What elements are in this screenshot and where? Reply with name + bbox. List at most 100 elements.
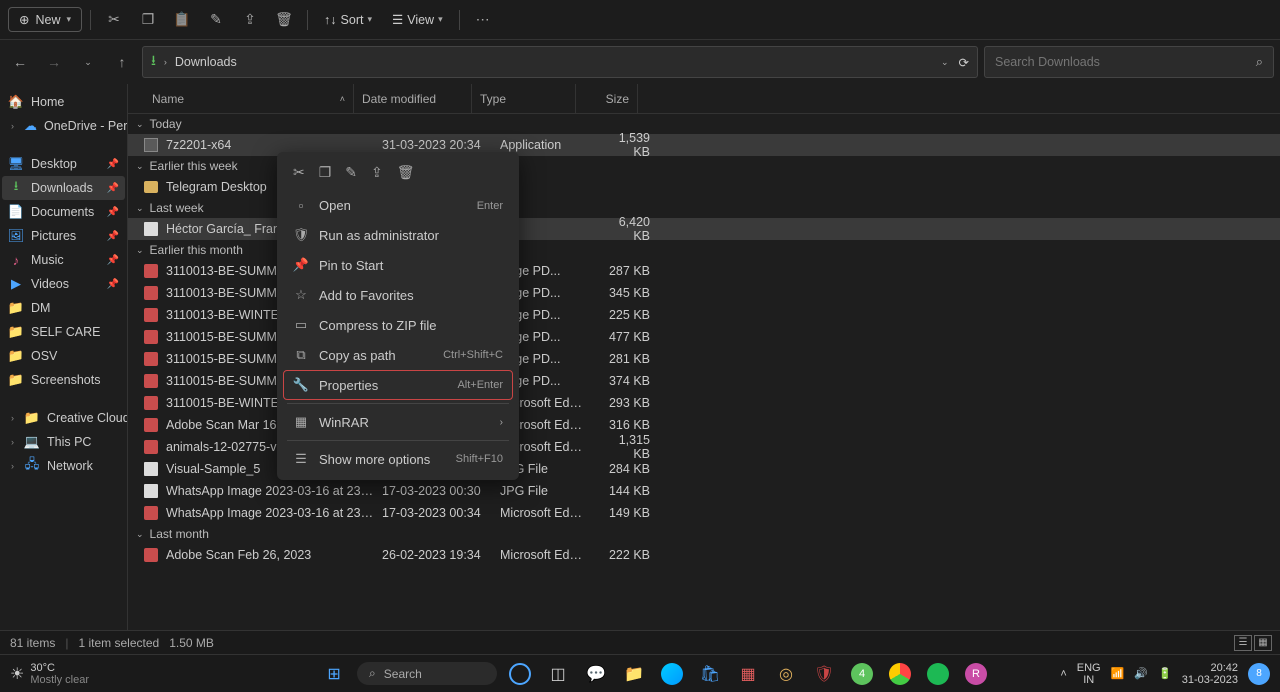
ctx-open[interactable]: ▫OpenEnter: [283, 191, 513, 220]
column-headers: Name˄ Date modified Type Size: [128, 84, 1280, 114]
paste-icon[interactable]: 📋: [167, 6, 197, 34]
file-row[interactable]: WhatsApp Image 2023-03-16 at 23.48.0217-…: [128, 502, 1280, 524]
sidebar-item-documents[interactable]: 📄Documents📌: [2, 200, 125, 224]
chevron-up-icon[interactable]: ˄: [1060, 668, 1066, 680]
clock[interactable]: 20:4231-03-2023: [1182, 662, 1238, 686]
ctx-winrar[interactable]: ▦WinRAR›: [283, 407, 513, 437]
up-button[interactable]: ↑: [108, 48, 136, 76]
edge-icon[interactable]: [657, 659, 687, 689]
explorer-icon[interactable]: 📁: [619, 659, 649, 689]
file-row[interactable]: WhatsApp Image 2023-03-16 at 23.48.0217-…: [128, 480, 1280, 502]
weather-widget[interactable]: ☀ 30°CMostly clear: [10, 662, 89, 686]
volume-icon[interactable]: 🔊: [1134, 667, 1148, 680]
share-icon[interactable]: ⇪: [235, 6, 265, 34]
delete-icon[interactable]: 🗑: [269, 6, 299, 34]
sidebar-item-home[interactable]: 🏠Home: [2, 90, 125, 114]
file-type: Application: [492, 138, 596, 152]
more-icon[interactable]: ⋯: [468, 6, 498, 34]
spotify-icon[interactable]: [923, 659, 953, 689]
rename-icon[interactable]: ✎: [345, 164, 357, 181]
store-icon[interactable]: 🛍: [695, 659, 725, 689]
wifi-icon[interactable]: 📶: [1111, 667, 1125, 680]
app-icon-yellow[interactable]: ◎: [771, 659, 801, 689]
new-button[interactable]: ⊕ New ▾: [8, 7, 82, 32]
col-type[interactable]: Type: [472, 84, 576, 113]
chevron-right-icon: ›: [164, 57, 167, 67]
file-type: Microsoft Edge PD...: [492, 548, 596, 562]
view-button[interactable]: ☰ View ▾: [384, 8, 451, 31]
copy-icon[interactable]: ❐: [319, 164, 332, 181]
ctx-fav[interactable]: ☆Add to Favorites: [283, 280, 513, 310]
sidebar-item-downloads[interactable]: ⭳Downloads📌: [2, 176, 125, 200]
col-size[interactable]: Size: [576, 84, 638, 113]
start-button[interactable]: ⊞: [319, 659, 349, 689]
cut-icon[interactable]: ✂: [99, 6, 129, 34]
group-header[interactable]: ⌄Last month: [128, 524, 1280, 544]
sidebar-item-videos[interactable]: ▶Videos📌: [2, 272, 125, 296]
sidebar-item-desktop[interactable]: 🖥Desktop📌: [2, 152, 125, 176]
col-date[interactable]: Date modified: [354, 84, 472, 113]
battery-icon[interactable]: 🔋: [1158, 667, 1172, 680]
grid-view-icon[interactable]: ▦: [1254, 635, 1272, 651]
refresh-icon[interactable]: ⟳: [959, 55, 969, 70]
file-name: Adobe Scan Feb 26, 2023: [164, 548, 374, 562]
toolbar: ⊕ New ▾ ✂ ❐ 📋 ✎ ⇪ 🗑 ↑↓ Sort ▾ ☰ View ▾ ⋯: [0, 0, 1280, 40]
sidebar-item-ccf[interactable]: ›📁Creative Cloud Files: [2, 406, 125, 430]
taskview-icon[interactable]: ◫: [543, 659, 573, 689]
sidebar-item-dm[interactable]: 📁DM: [2, 296, 125, 320]
search-icon[interactable]: ⌕: [1256, 54, 1263, 70]
ctx-pin[interactable]: 📌Pin to Start: [283, 250, 513, 280]
search-input[interactable]: [995, 55, 1256, 69]
file-date: 26-02-2023 19:34: [374, 548, 492, 562]
col-name[interactable]: Name˄: [144, 84, 354, 113]
file-size: 225 KB: [596, 308, 658, 322]
ctx-properties[interactable]: 🔧PropertiesAlt+Enter: [283, 370, 513, 400]
forward-button[interactable]: →: [40, 48, 68, 76]
pdf-icon: [144, 286, 158, 300]
sidebar-item-osv[interactable]: 📁OSV: [2, 344, 125, 368]
ctx-copypath[interactable]: ⧉Copy as pathCtrl+Shift+C: [283, 340, 513, 370]
sidebar-item-music[interactable]: ♪Music📌: [2, 248, 125, 272]
back-button[interactable]: ←: [6, 48, 34, 76]
pin-icon: 📌: [107, 255, 119, 266]
chrome-icon[interactable]: [885, 659, 915, 689]
app-icon-purple[interactable]: R: [961, 659, 991, 689]
cut-icon[interactable]: ✂: [293, 164, 305, 181]
chevron-down-icon[interactable]: ⌄: [941, 57, 949, 68]
search-box[interactable]: ⌕: [984, 46, 1274, 78]
copy-icon[interactable]: ❐: [133, 6, 163, 34]
taskbar-search[interactable]: ⌕Search: [357, 662, 497, 685]
sidebar-item-selfcare[interactable]: 📁SELF CARE: [2, 320, 125, 344]
ctx-zip[interactable]: ▭Compress to ZIP file: [283, 310, 513, 340]
language-indicator[interactable]: ENGIN: [1077, 662, 1101, 686]
sidebar-item-network[interactable]: ›🖧Network: [2, 454, 125, 478]
recent-button[interactable]: ⌄: [74, 48, 102, 76]
folder-icon: 📁: [8, 324, 24, 340]
notification-badge[interactable]: 8: [1248, 663, 1270, 685]
delete-icon[interactable]: 🗑: [397, 164, 415, 181]
app-icon-green[interactable]: 4: [847, 659, 877, 689]
ctx-runas[interactable]: 🛡Run as administrator: [283, 220, 513, 250]
details-view-icon[interactable]: ☰: [1234, 635, 1252, 651]
chat-icon[interactable]: 💬: [581, 659, 611, 689]
sidebar-item-onedrive[interactable]: ›☁OneDrive - Persona: [2, 114, 125, 138]
sort-button[interactable]: ↑↓ Sort ▾: [316, 9, 380, 31]
app-icon-red[interactable]: ▦: [733, 659, 763, 689]
address-bar[interactable]: ⭳ › Downloads ⌄ ⟳: [142, 46, 978, 78]
cortana-icon[interactable]: [505, 659, 535, 689]
rename-icon[interactable]: ✎: [201, 6, 231, 34]
sidebar-item-pictures[interactable]: 🖼Pictures📌: [2, 224, 125, 248]
open-icon: ▫: [293, 198, 309, 213]
chevron-down-icon: ⌄: [136, 203, 144, 214]
sidebar-item-screenshots[interactable]: 📁Screenshots: [2, 368, 125, 392]
group-header[interactable]: ⌄Today: [128, 114, 1280, 134]
sort-up-icon: ˄: [340, 94, 345, 104]
app-icon-shield[interactable]: 🛡: [809, 659, 839, 689]
file-size: 316 KB: [596, 418, 658, 432]
breadcrumb[interactable]: Downloads: [175, 55, 237, 69]
share-icon[interactable]: ⇪: [371, 164, 383, 181]
sidebar-item-thispc[interactable]: ›💻This PC: [2, 430, 125, 454]
file-row[interactable]: Adobe Scan Feb 26, 202326-02-2023 19:34M…: [128, 544, 1280, 566]
view-label: View: [407, 13, 434, 27]
ctx-more[interactable]: ☰Show more optionsShift+F10: [283, 444, 513, 474]
